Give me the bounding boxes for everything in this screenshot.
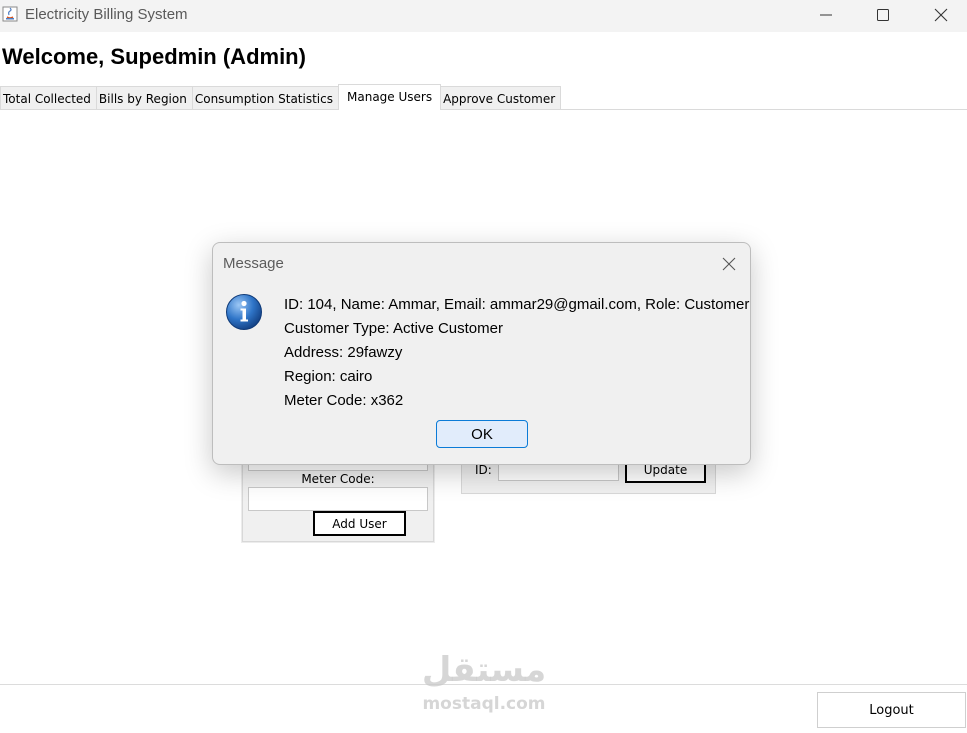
tab-consumption-statistics[interactable]: Consumption Statistics xyxy=(191,86,339,110)
tab-bar: Total Collected Bills by Region Consumpt… xyxy=(0,84,562,110)
logout-button[interactable]: Logout xyxy=(817,692,966,728)
dialog-title: Message xyxy=(223,255,284,272)
dialog-close-button[interactable] xyxy=(719,254,739,274)
welcome-heading: Welcome, Supedmin (Admin) xyxy=(2,44,306,69)
close-icon xyxy=(934,8,948,22)
add-user-button[interactable]: Add User xyxy=(313,511,406,536)
tab-bills-by-region[interactable]: Bills by Region xyxy=(95,86,193,110)
watermark-latin: mostaql.com xyxy=(422,694,546,714)
tab-total-collected[interactable]: Total Collected xyxy=(0,86,97,110)
id-label: ID: xyxy=(475,463,492,477)
tab-divider xyxy=(0,109,967,110)
tab-approve-customer[interactable]: Approve Customer xyxy=(440,86,562,110)
minimize-button[interactable] xyxy=(797,0,855,30)
close-window-button[interactable] xyxy=(912,0,967,30)
meter-code-label: Meter Code: xyxy=(301,472,375,486)
dialog-message: ID: 104, Name: Ammar, Email: ammar29@gma… xyxy=(284,293,749,413)
meter-code-input[interactable] xyxy=(248,487,428,511)
watermark-arabic: مستقل xyxy=(421,650,547,690)
minimize-icon xyxy=(820,14,832,16)
info-icon xyxy=(226,294,262,330)
message-line-customer-type: Customer Type: Active Customer xyxy=(284,320,503,337)
message-line-meter-code: Meter Code: x362 xyxy=(284,392,404,409)
message-line-region: Region: cairo xyxy=(284,368,373,385)
watermark: مستقل mostaql.com xyxy=(410,650,558,722)
close-icon xyxy=(722,257,736,271)
window-titlebar: Electricity Billing System xyxy=(0,0,967,32)
java-app-icon xyxy=(2,6,18,22)
maximize-button[interactable] xyxy=(854,0,912,30)
message-line-user: ID: 104, Name: Ammar, Email: ammar29@gma… xyxy=(284,296,750,313)
window-title: Electricity Billing System xyxy=(25,6,188,23)
tab-manage-users[interactable]: Manage Users xyxy=(338,84,442,110)
message-line-address: Address: 29fawzy xyxy=(284,344,403,361)
message-dialog: Message ID: 104, Name: Ammar, Email: amm… xyxy=(212,242,751,465)
ok-button[interactable]: OK xyxy=(436,420,528,448)
maximize-icon xyxy=(877,9,889,21)
